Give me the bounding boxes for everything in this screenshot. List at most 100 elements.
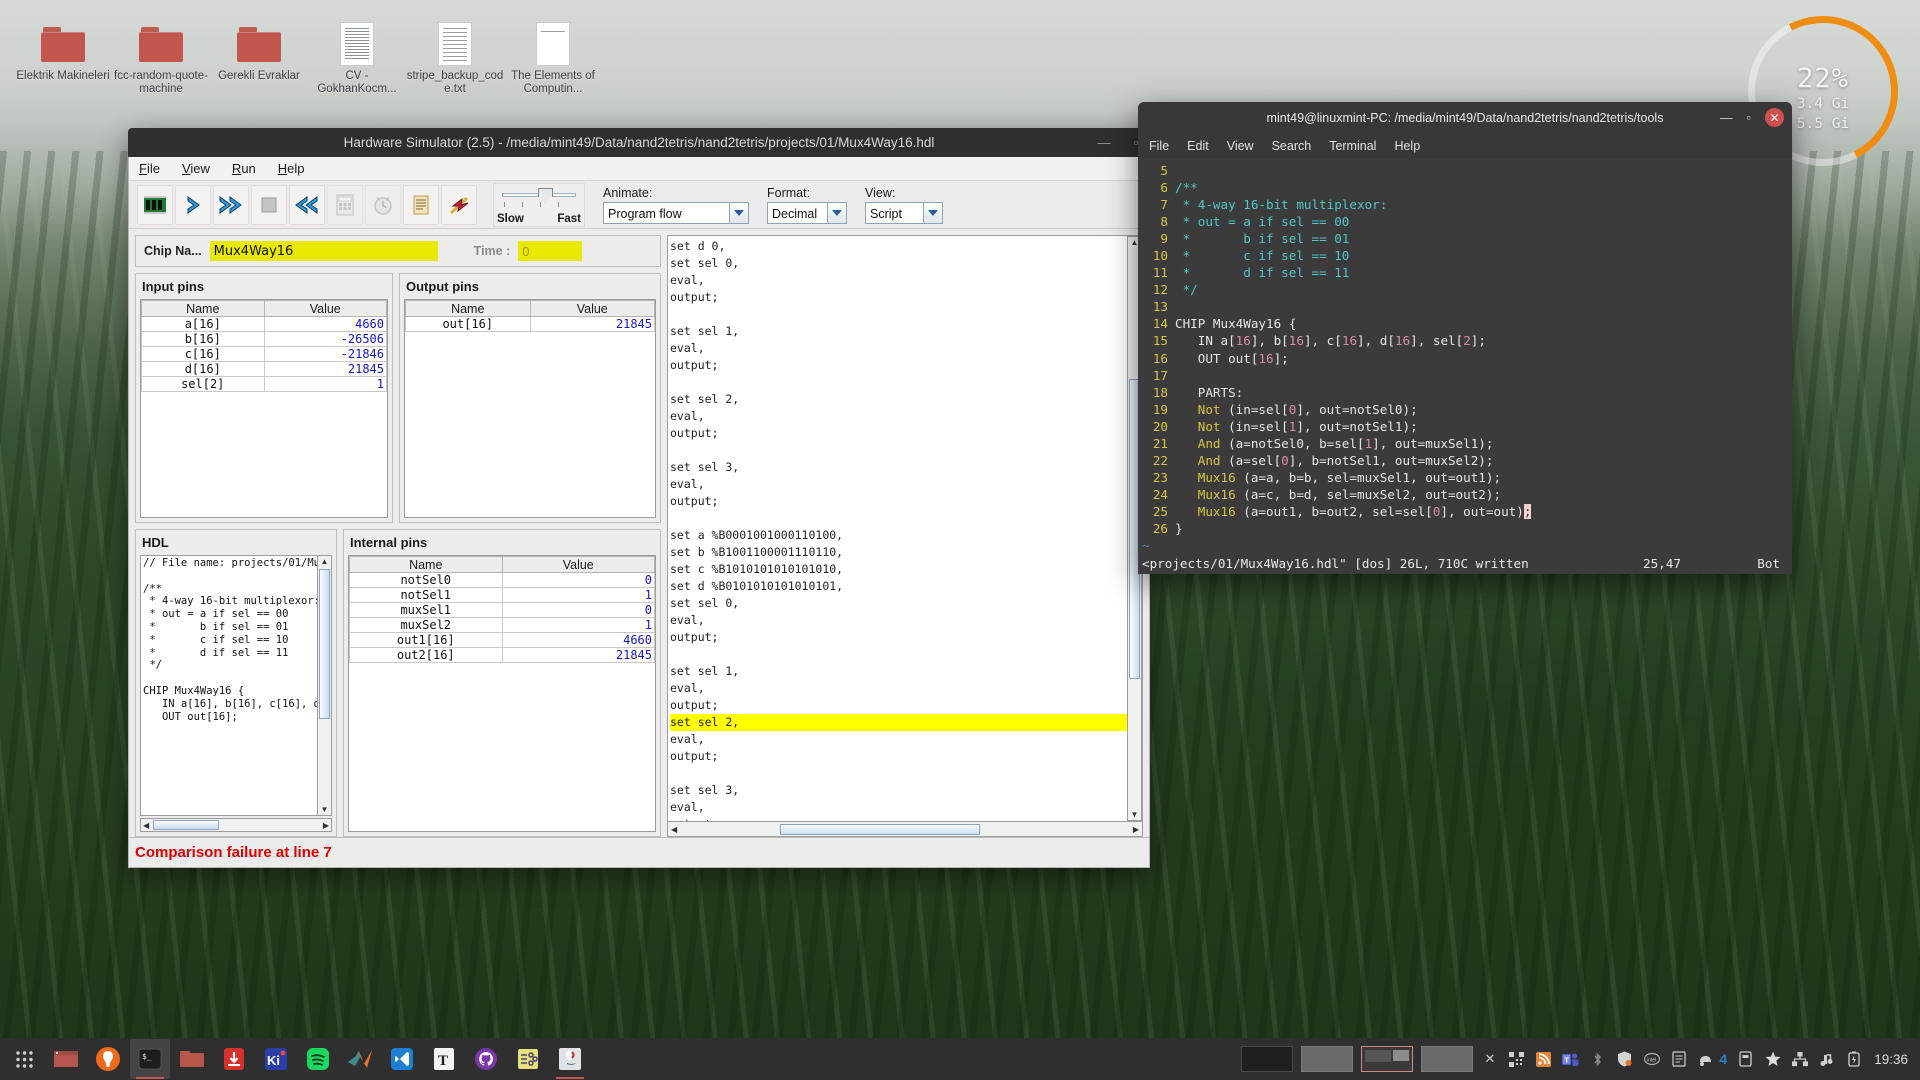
bluetooth-icon[interactable] xyxy=(1589,1051,1606,1068)
speed-slider[interactable]: Slow Fast xyxy=(493,182,585,227)
table-row[interactable]: notSel0 0 xyxy=(349,572,655,588)
logisim-icon[interactable] xyxy=(508,1039,548,1079)
pin-value[interactable]: -21846 xyxy=(263,346,387,362)
clipboard-icon[interactable] xyxy=(1737,1051,1754,1068)
pin-value[interactable]: 21845 xyxy=(263,361,387,377)
terminal-icon[interactable]: $_ xyxy=(130,1039,170,1079)
script-horizontal-scrollbar[interactable]: ◀ ▶ xyxy=(667,822,1143,837)
vim-buffer[interactable]: 5 6/** 7 * 4-way 16-bit multiplexor: 8 * ou… xyxy=(1138,162,1792,537)
pin-value[interactable]: 1 xyxy=(263,376,387,392)
window-list-icon[interactable] xyxy=(46,1039,86,1079)
rewind-icon[interactable] xyxy=(289,184,325,225)
intel-icon[interactable]: intel xyxy=(1643,1051,1660,1068)
menu-view[interactable]: View xyxy=(180,161,212,176)
taskbar-clock[interactable]: 19:36 xyxy=(1872,1052,1920,1067)
output-pins-table[interactable]: Name Value out[16] 21845 xyxy=(404,299,656,518)
terminal-menu-help[interactable]: Help xyxy=(1394,139,1420,153)
minimize-icon[interactable]: — xyxy=(1096,135,1112,150)
single-step-icon[interactable] xyxy=(175,184,211,225)
desktop-icon-stripe-backup-code[interactable]: stripe_backup_code.txt xyxy=(406,12,504,96)
table-row[interactable]: muxSel1 0 xyxy=(349,602,655,618)
desktop-icon-gerekli-evraklar[interactable]: Gerekli Evraklar xyxy=(210,12,308,96)
menu-run[interactable]: Run xyxy=(230,161,258,176)
scrollbar-thumb[interactable] xyxy=(780,823,981,835)
scroll-left-icon[interactable]: ◀ xyxy=(141,821,151,830)
internal-pins-table[interactable]: Name Value notSel0 0 notSel1 1 muxSel1 0 mu… xyxy=(348,555,656,832)
scrollbar-thumb[interactable] xyxy=(153,820,220,830)
scrollbar-thumb[interactable] xyxy=(319,569,330,719)
format-select[interactable]: Decimal xyxy=(767,201,847,224)
window-button-2[interactable] xyxy=(1301,1046,1354,1072)
desktop-icon-elements-of-computing[interactable]: The Elements of Computin... xyxy=(504,12,602,96)
pin-value[interactable]: 4660 xyxy=(263,316,387,332)
terminal-content[interactable]: 5 6/** 7 * 4-way 16-bit multiplexor: 8 * ou… xyxy=(1138,159,1792,574)
table-row[interactable]: out2[16] 21845 xyxy=(349,647,655,663)
teams-icon[interactable]: T xyxy=(1562,1051,1579,1068)
hdl-vertical-scrollbar[interactable]: ▲ ▼ xyxy=(317,555,332,816)
battery-icon[interactable] xyxy=(1845,1051,1862,1068)
chevron-down-icon[interactable] xyxy=(729,201,749,224)
firefox-icon[interactable] xyxy=(88,1039,128,1079)
terminal-menu-search[interactable]: Search xyxy=(1272,139,1312,153)
view-select[interactable]: Script xyxy=(865,201,943,224)
qr-code-icon[interactable] xyxy=(1508,1051,1525,1068)
hwsim-window-controls[interactable]: — ▫ xyxy=(1096,135,1144,150)
terminal-menu-terminal[interactable]: Terminal xyxy=(1329,139,1376,153)
shield-icon[interactable] xyxy=(1616,1051,1633,1068)
window-button-1[interactable] xyxy=(1241,1046,1294,1072)
window-button-4[interactable] xyxy=(1421,1046,1474,1072)
scroll-right-icon[interactable]: ▶ xyxy=(321,821,331,830)
calculator-icon[interactable] xyxy=(327,184,363,225)
github-desktop-icon[interactable] xyxy=(466,1039,506,1079)
clock-icon[interactable] xyxy=(365,184,401,225)
chip-name-input[interactable]: Mux4Way16 xyxy=(209,241,438,261)
terminal-window[interactable]: mint49@linuxmint-PC: /media/mint49/Data/… xyxy=(1138,102,1792,574)
breakpoint-icon[interactable] xyxy=(441,184,477,225)
window-button-3-active[interactable] xyxy=(1361,1046,1414,1072)
files-icon[interactable] xyxy=(172,1039,212,1079)
desktop-icon-fcc-random-quote-machine[interactable]: fcc-random-quote-machine xyxy=(112,12,210,96)
scroll-down-icon[interactable]: ▼ xyxy=(321,804,329,815)
input-pins-table[interactable]: Name Value a[16] 4660 b[16] -26506 c[16] -2… xyxy=(140,299,388,518)
script-text[interactable]: set d 0, set sel 0, eval, output; set se… xyxy=(668,236,1127,821)
terminal-menubar[interactable]: File Edit View Search Terminal Help xyxy=(1138,133,1792,159)
scroll-up-icon[interactable]: ▲ xyxy=(321,556,329,567)
table-row[interactable]: sel[2] 1 xyxy=(141,376,387,392)
spotify-icon[interactable] xyxy=(298,1039,338,1079)
scroll-right-icon[interactable]: ▶ xyxy=(1130,825,1142,834)
hwsim-toolbar[interactable]: Slow Fast Animate: Program flow Format: … xyxy=(129,181,1149,229)
taskbar-launchers[interactable]: $_ Ki T xyxy=(0,1039,590,1079)
desktop-icon-cv-gokhankocm[interactable]: CV - GokhanKocm... xyxy=(308,12,406,96)
volume-icon[interactable] xyxy=(1818,1051,1835,1068)
table-row[interactable]: a[16] 4660 xyxy=(141,316,387,332)
java-icon[interactable] xyxy=(550,1039,590,1079)
menu-grid-icon[interactable] xyxy=(4,1039,44,1079)
animate-select[interactable]: Program flow xyxy=(603,201,749,224)
hdl-code[interactable]: // File name: projects/01/Mux4Wa /** * 4… xyxy=(140,555,317,816)
maximize-icon[interactable]: ▫ xyxy=(1747,111,1751,125)
terminal-menu-file[interactable]: File xyxy=(1149,139,1169,153)
table-row[interactable]: d[16] 21845 xyxy=(141,361,387,377)
scroll-down-icon[interactable]: ▼ xyxy=(1131,809,1139,820)
matlab-icon[interactable] xyxy=(340,1039,380,1079)
hwsim-menubar[interactable]: File View Run Help xyxy=(129,157,1149,181)
kicad-icon[interactable]: Ki xyxy=(256,1039,296,1079)
terminal-titlebar[interactable]: mint49@linuxmint-PC: /media/mint49/Data/… xyxy=(1138,102,1792,133)
hardware-simulator-window[interactable]: Hardware Simulator (2.5) - /media/mint49… xyxy=(128,128,1150,868)
typora-icon[interactable]: T xyxy=(424,1039,464,1079)
close-icon[interactable]: ✕ xyxy=(1765,108,1784,127)
chevron-down-icon[interactable] xyxy=(827,201,847,224)
hdl-horizontal-scrollbar[interactable]: ◀ ▶ xyxy=(140,818,332,832)
tor-browser-icon[interactable] xyxy=(214,1039,254,1079)
network-icon[interactable] xyxy=(1791,1051,1808,1068)
stop-icon[interactable] xyxy=(251,184,287,225)
run-icon[interactable] xyxy=(213,184,249,225)
menu-help[interactable]: Help xyxy=(276,161,307,176)
close-icon[interactable]: ✕ xyxy=(1481,1051,1498,1068)
desktop-icon-elektrik-makineleri[interactable]: Elektrik Makineleri xyxy=(14,12,112,96)
table-row[interactable]: notSel1 1 xyxy=(349,587,655,603)
notifications-icon[interactable] xyxy=(1697,1051,1714,1068)
speed-slider-knob[interactable] xyxy=(538,187,553,203)
chevron-down-icon[interactable] xyxy=(923,201,943,224)
notes-icon[interactable] xyxy=(1670,1051,1687,1068)
